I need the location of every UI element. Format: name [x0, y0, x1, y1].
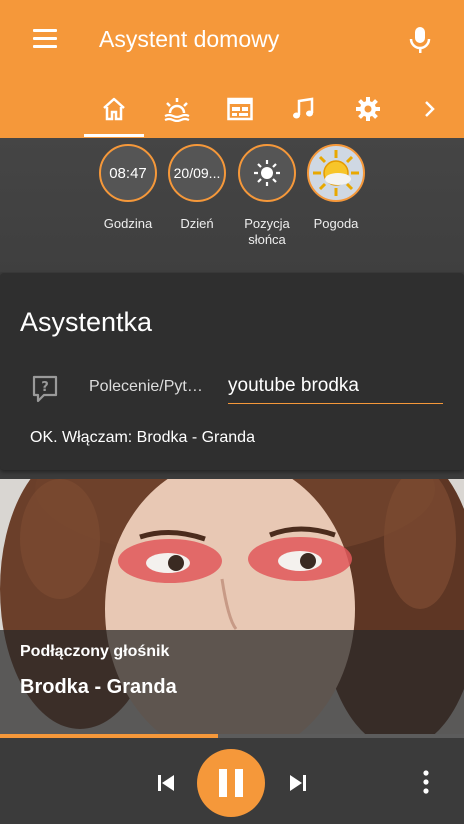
microphone-icon[interactable] [409, 26, 431, 54]
badge-time-label: Godzina [103, 216, 153, 231]
skip-next-icon [290, 775, 306, 791]
badge-sun-label: Pozycja słońca [244, 216, 290, 247]
status-badges: 08:47 Godzina 20/09... Dzień Pozycja sło… [0, 138, 464, 272]
previous-track-button[interactable] [152, 771, 180, 795]
tab-weather[interactable] [147, 80, 207, 138]
command-input-label: Polecenie/Pytanie [89, 378, 211, 395]
tab-more[interactable] [400, 80, 460, 138]
assistant-card: Asystentka ? Polecenie/Pytanie OK. Włącz… [0, 273, 464, 470]
badge-weather[interactable]: Pogoda [304, 144, 368, 232]
app-title: Asystent domowy [99, 26, 280, 52]
now-playing-panel: Podłączony głośnik Brodka - Granda [0, 630, 464, 735]
badge-weather-label: Pogoda [313, 216, 359, 231]
chevron-right-icon [425, 101, 435, 117]
active-tab-indicator [84, 134, 144, 137]
tab-music[interactable] [273, 80, 333, 138]
home-icon [103, 97, 125, 121]
connected-speaker: Podłączony głośnik [20, 643, 170, 660]
pause-icon [219, 769, 243, 797]
weather-sunny-icon [307, 144, 365, 202]
skip-previous-icon [158, 775, 174, 791]
album-art: Podłączony głośnik Brodka - Granda [0, 479, 464, 735]
calendar-icon [227, 97, 253, 121]
badge-time[interactable]: 08:47 Godzina [96, 144, 160, 232]
badge-date-label: Dzień [180, 216, 214, 231]
badge-date[interactable]: 20/09... Dzień [165, 144, 229, 232]
more-vertical-icon [423, 770, 429, 794]
svg-text:?: ? [41, 380, 49, 395]
track-title: Brodka - Granda [20, 676, 177, 698]
command-input-wrapper [228, 371, 443, 404]
assistant-title: Asystentka [20, 307, 153, 337]
badge-sun[interactable]: Pozycja słońca [235, 144, 299, 248]
command-input[interactable] [228, 371, 443, 401]
pause-button[interactable] [197, 749, 265, 817]
more-options-button[interactable] [414, 768, 438, 796]
assistant-response: OK. Włączam: Brodka - Granda [30, 429, 255, 446]
question-bubble-icon: ? [32, 375, 58, 403]
menu-icon[interactable] [33, 29, 57, 49]
badge-time-value: 08:47 [99, 144, 157, 202]
tab-settings[interactable] [338, 80, 398, 138]
tab-bar [0, 80, 464, 138]
next-track-button[interactable] [284, 771, 312, 795]
player-controls [0, 738, 464, 824]
badge-date-value: 20/09... [168, 144, 226, 202]
tab-home[interactable] [84, 80, 144, 138]
gear-icon [356, 97, 380, 121]
tab-calendar[interactable] [210, 80, 270, 138]
music-note-icon [293, 97, 314, 119]
sun-icon [238, 144, 296, 202]
app-header: Asystent domowy [0, 0, 464, 138]
weather-sunset-icon [164, 98, 190, 122]
